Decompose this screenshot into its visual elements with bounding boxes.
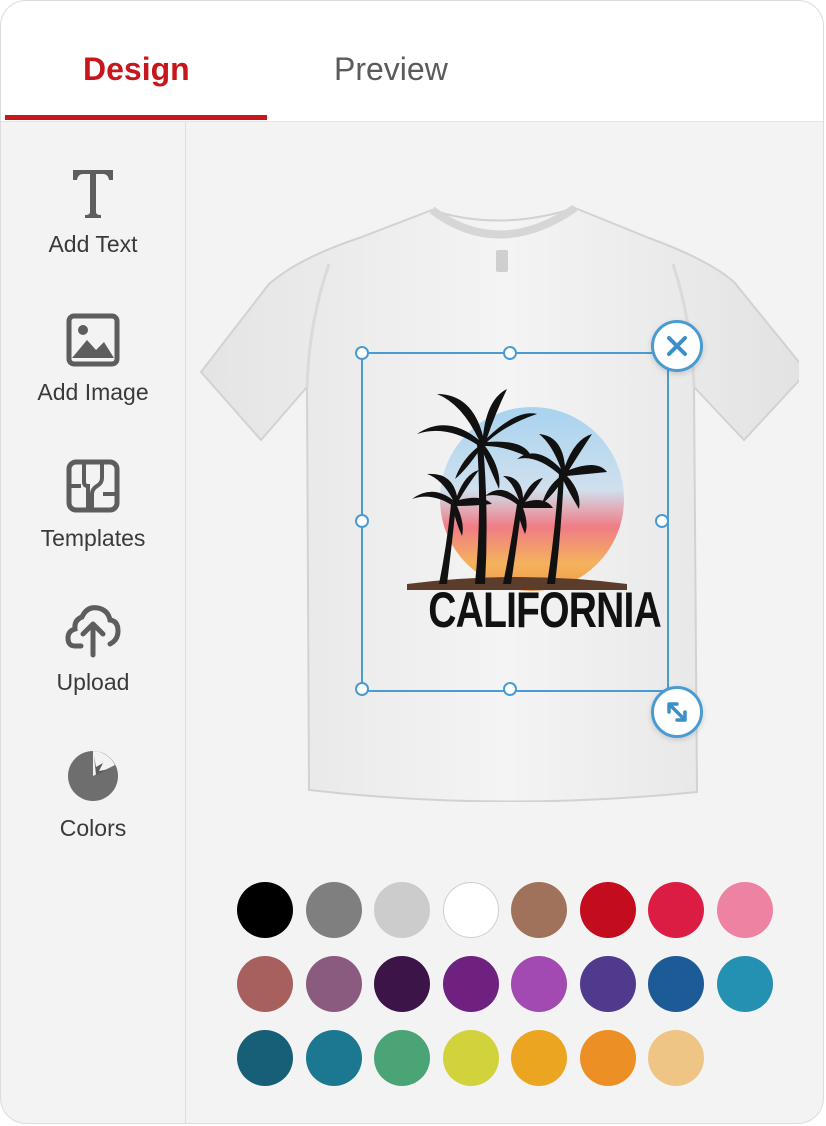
color-swatch[interactable]	[648, 882, 704, 938]
color-swatch[interactable]	[442, 1030, 499, 1086]
add-image-button[interactable]: Add Image	[1, 310, 185, 406]
color-swatch[interactable]	[579, 956, 636, 1012]
color-swatch[interactable]	[716, 882, 773, 938]
tab-preview[interactable]: Preview	[334, 49, 448, 89]
color-swatch[interactable]	[442, 882, 499, 938]
handle-bottom-center[interactable]	[503, 682, 517, 696]
color-swatch[interactable]	[579, 1030, 636, 1086]
close-icon	[667, 336, 687, 356]
add-text-button[interactable]: Add Text	[1, 162, 185, 258]
active-tab-indicator	[5, 115, 267, 120]
handle-top-left[interactable]	[355, 346, 369, 360]
design-canvas[interactable]: CALIFORNIA	[187, 122, 823, 1123]
handle-middle-left[interactable]	[355, 514, 369, 528]
color-swatch[interactable]	[579, 882, 636, 938]
tab-design[interactable]: Design	[83, 49, 190, 89]
resize-icon	[667, 702, 687, 722]
color-swatch[interactable]	[511, 882, 567, 938]
color-swatch[interactable]	[374, 1030, 430, 1086]
text-icon	[73, 170, 113, 218]
upload-label: Upload	[56, 669, 130, 695]
colors-button[interactable]: Colors	[1, 746, 185, 842]
upload-icon	[65, 605, 121, 658]
templates-button[interactable]: Templates	[1, 456, 185, 552]
color-swatch[interactable]	[237, 956, 293, 1012]
templates-icon	[66, 459, 120, 513]
add-text-label: Add Text	[48, 231, 138, 257]
color-swatch[interactable]	[374, 956, 430, 1012]
image-icon	[66, 313, 120, 367]
color-swatch[interactable]	[305, 956, 362, 1012]
templates-label: Templates	[40, 525, 146, 551]
color-swatch[interactable]	[237, 1030, 293, 1086]
resize-button[interactable]	[651, 686, 703, 738]
color-wheel-icon	[68, 751, 118, 801]
add-image-label: Add Image	[37, 379, 149, 405]
color-swatch[interactable]	[305, 882, 362, 938]
handle-middle-right[interactable]	[655, 514, 669, 528]
color-swatch[interactable]	[511, 956, 567, 1012]
color-swatch[interactable]	[442, 956, 499, 1012]
upload-button[interactable]: Upload	[1, 600, 185, 696]
selection-box[interactable]	[355, 346, 669, 696]
color-swatch[interactable]	[374, 882, 430, 938]
handle-bottom-left[interactable]	[355, 682, 369, 696]
color-swatch[interactable]	[716, 956, 773, 1012]
tab-bar: Design Preview	[1, 1, 823, 122]
color-swatch[interactable]	[305, 1030, 362, 1086]
color-swatch[interactable]	[648, 956, 704, 1012]
color-swatch[interactable]	[511, 1030, 567, 1086]
designer-panel: Design Preview Add Text Add Image Templa…	[0, 0, 824, 1124]
handle-top-center[interactable]	[503, 346, 517, 360]
delete-button[interactable]	[651, 320, 703, 372]
color-swatch[interactable]	[237, 882, 293, 938]
colors-label: Colors	[59, 815, 127, 841]
color-swatch[interactable]	[648, 1030, 704, 1086]
tools-sidebar: Add Text Add Image Templates Upload Colo…	[1, 122, 186, 1123]
